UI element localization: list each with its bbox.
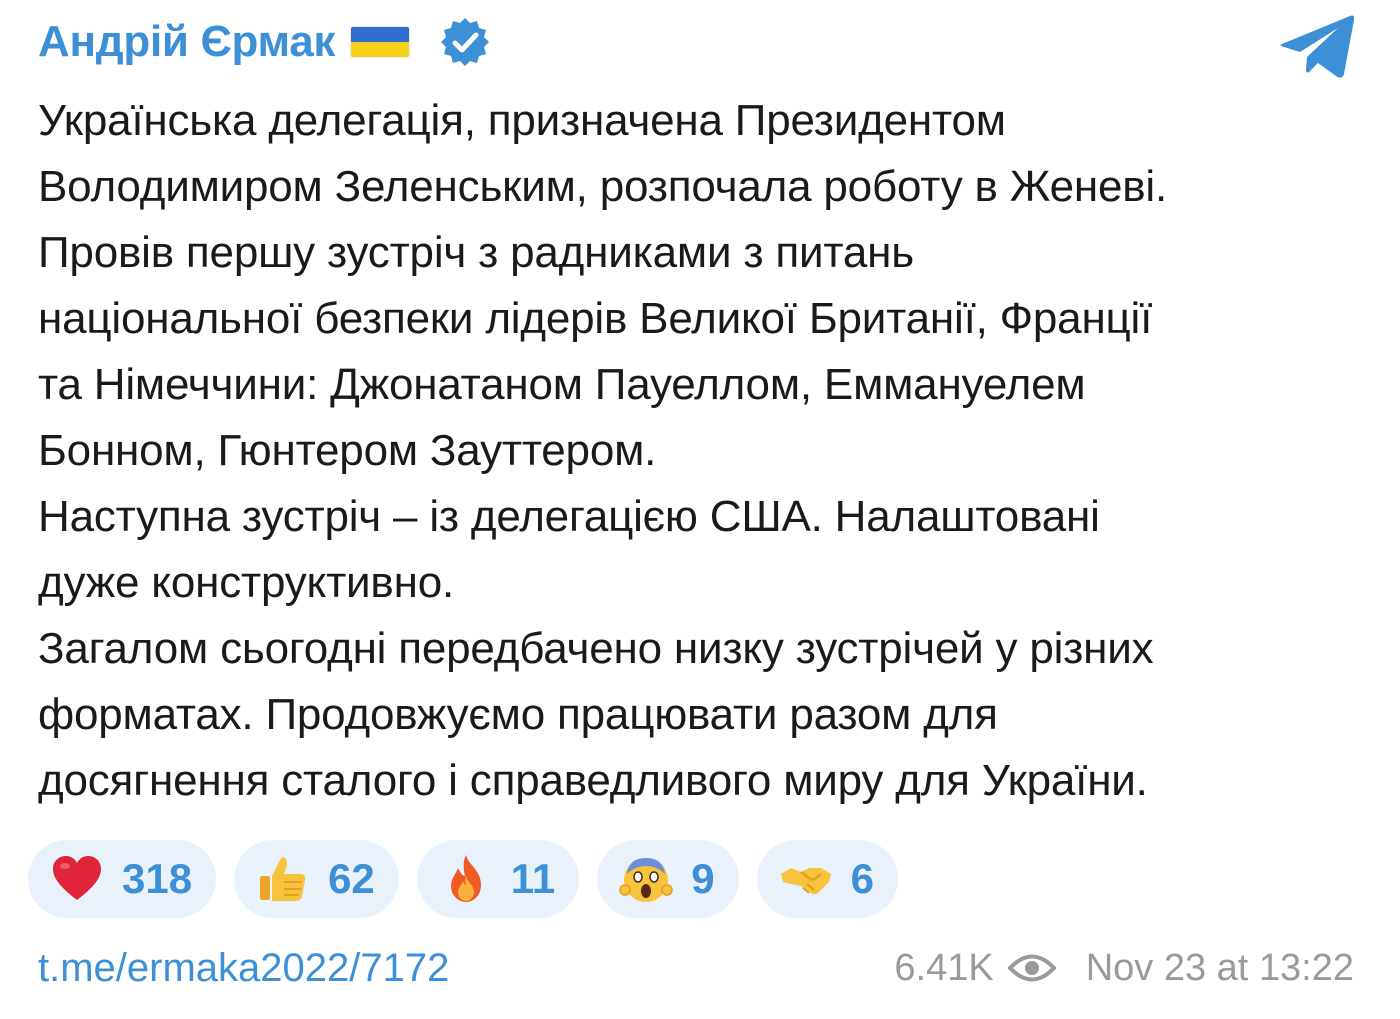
message-paragraph: Наступна зустріч – із делегацією США. На… (38, 492, 1100, 607)
reaction-count: 62 (328, 855, 375, 902)
reactions-bar: 318 62 11 9 6 (28, 840, 898, 918)
reaction-screaming[interactable]: 9 (597, 840, 739, 918)
post-link[interactable]: t.me/ermaka2022/7172 (38, 946, 449, 991)
red-heart-icon (53, 856, 101, 900)
author-name[interactable]: Андрій Єрмак (38, 17, 335, 67)
message-paragraph: Провів першу зустріч з радниками з питан… (38, 228, 1153, 475)
ukraine-flag-icon (351, 27, 410, 57)
telegram-post: Андрій Єрмак Українська делегація, призн… (0, 0, 1400, 1019)
handshake-icon (780, 868, 831, 895)
reaction-count: 6 (850, 855, 874, 902)
thumbs-up-icon (260, 857, 306, 901)
message-paragraph: Загалом сьогодні передбачено низку зустр… (38, 624, 1154, 805)
post-footer: t.me/ermaka2022/7172 6.41K Nov 23 at 13:… (38, 936, 1354, 1000)
reaction-count: 318 (122, 855, 193, 902)
eye-icon (1007, 954, 1056, 982)
reaction-heart[interactable]: 318 (28, 840, 217, 918)
reaction-count: 11 (510, 855, 556, 902)
fire-icon (450, 855, 481, 902)
reaction-thumbs-up[interactable]: 62 (234, 840, 399, 918)
view-count: 6.41K (894, 946, 994, 989)
message-paragraph: Українська делегація, призначена Президе… (38, 96, 1168, 211)
post-timestamp: Nov 23 at 13:22 (1085, 946, 1354, 989)
post-header: Андрій Єрмак (38, 14, 491, 70)
screaming-face-icon (619, 858, 673, 902)
telegram-icon[interactable] (1278, 12, 1356, 82)
verified-badge-icon (441, 18, 490, 66)
reaction-handshake[interactable]: 6 (756, 840, 898, 918)
reaction-fire[interactable]: 11 (416, 840, 580, 918)
message-text: Українська делегація, призначена Президе… (38, 88, 1373, 814)
reaction-count: 9 (691, 855, 715, 902)
